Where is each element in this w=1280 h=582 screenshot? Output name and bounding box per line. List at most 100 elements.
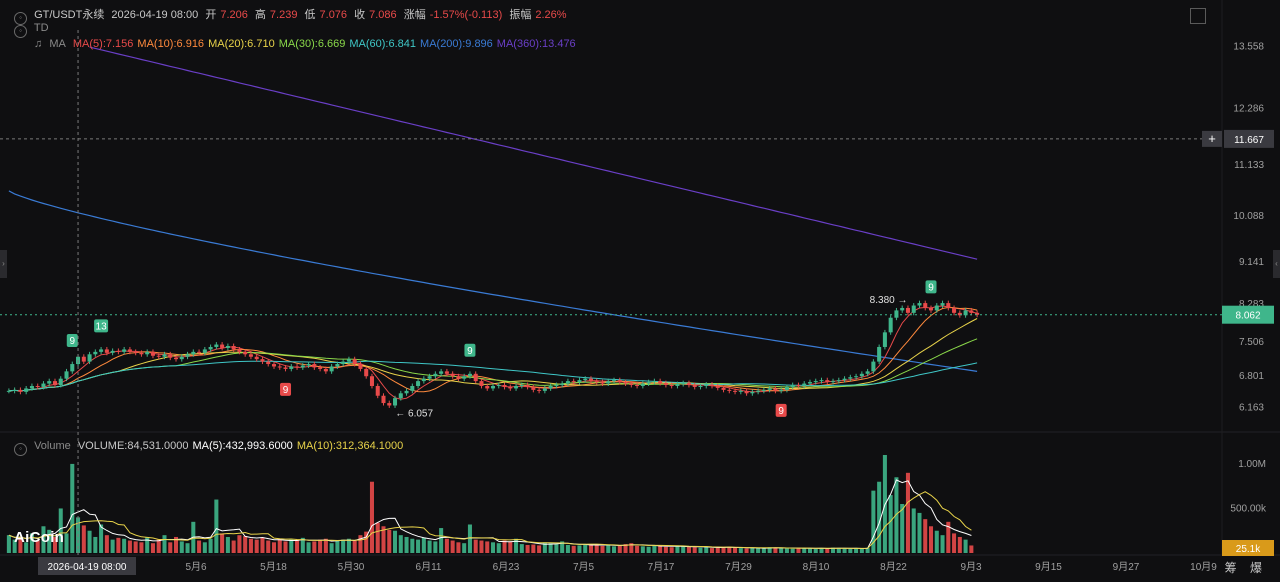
candle-body	[681, 383, 686, 385]
volume-bar	[70, 463, 75, 553]
candle-body	[139, 352, 144, 355]
candle-body	[87, 354, 92, 362]
volume-bar	[283, 541, 288, 553]
volume-bar	[923, 519, 928, 553]
volume-legend-item-0: VOLUME:84,531.0000	[77, 440, 189, 452]
candle-body	[248, 354, 253, 357]
volume-bar	[600, 545, 605, 553]
volume-bar	[64, 533, 69, 553]
volume-bar	[87, 530, 92, 553]
volume-bar	[750, 547, 755, 553]
candle-body	[519, 385, 524, 387]
candle-body	[565, 381, 570, 384]
price-tick-label: 6.163	[1239, 402, 1264, 413]
candle-body	[756, 390, 761, 392]
volume-bar	[813, 548, 818, 553]
bell-icon[interactable]: ♫	[34, 38, 42, 50]
volume-bar	[773, 547, 778, 553]
time-tick-label: 7月29	[725, 561, 752, 573]
ma-legend-item-1: MA(10):6.916	[137, 38, 205, 50]
high-annotation: 8.380 →	[870, 295, 908, 306]
candle-body	[600, 382, 605, 384]
candle-body	[266, 361, 271, 365]
volume-bar	[952, 533, 957, 553]
ma-legend-item-6: MA(360):13.476	[496, 38, 576, 50]
left-collapse-handle[interactable]: ›	[0, 250, 7, 278]
volume-bar	[790, 548, 795, 553]
volume-bar	[122, 538, 127, 553]
volume-bar	[715, 547, 720, 553]
volume-bar	[842, 548, 847, 553]
volume-bar	[784, 548, 789, 553]
volume-bar	[150, 543, 155, 553]
price-tick-label: 10.088	[1233, 211, 1264, 222]
volume-bar	[733, 547, 738, 553]
candle-body	[41, 383, 46, 387]
candle-body	[260, 359, 265, 362]
chip-button[interactable]: 筹	[1225, 561, 1237, 575]
candle-body	[208, 346, 213, 350]
candle-body	[12, 389, 17, 391]
right-collapse-handle[interactable]: ‹	[1273, 250, 1280, 278]
volume-bar	[635, 545, 640, 553]
ma-indicator-row: ♫ MA MA(5):7.156 MA(10):6.916 MA(20):6.710…	[34, 38, 584, 50]
candle-body	[416, 381, 421, 386]
candle-body	[485, 385, 490, 389]
volume-bar	[594, 544, 599, 553]
ma-legend-item-5: MA(200):9.896	[420, 38, 493, 50]
volume-bar	[756, 548, 761, 553]
candle-body	[905, 307, 910, 313]
candle-body	[271, 364, 277, 367]
candle-body	[865, 371, 870, 374]
volume-bar	[271, 542, 277, 553]
candle-body	[243, 351, 248, 355]
candle-body	[312, 364, 317, 368]
volume-bar	[127, 540, 132, 553]
candle-body	[802, 383, 807, 386]
volume-bar	[254, 539, 259, 553]
candle-body	[514, 385, 519, 389]
candle-body	[462, 376, 467, 379]
candle-body	[133, 351, 138, 353]
bar-datetime: 2026-04-19 08:00	[111, 9, 199, 21]
time-tick-label: 10月9	[1190, 561, 1217, 573]
volume-ma10-line	[8, 491, 972, 549]
volume-bar	[6, 535, 11, 553]
candle-body	[871, 361, 876, 372]
time-tick-label: 6月23	[493, 561, 520, 573]
collapse-icon[interactable]: ◦	[14, 443, 27, 456]
volume-bar	[358, 535, 363, 553]
candle-body	[456, 376, 461, 379]
volume-bar	[571, 545, 576, 553]
candle-body	[467, 373, 472, 377]
volume-bar	[583, 544, 588, 553]
candle-body	[784, 386, 789, 390]
time-tick-label: 6月11	[416, 561, 442, 573]
ma-label: MA	[49, 38, 66, 50]
candle-body	[917, 303, 922, 306]
collapse-icon[interactable]: ◦	[14, 25, 27, 38]
candle-body	[623, 382, 628, 384]
candle-body	[888, 317, 893, 333]
fullscreen-icon[interactable]	[1190, 8, 1206, 24]
volume-bar	[220, 533, 225, 553]
volume-bar	[110, 539, 115, 553]
candle-body	[220, 344, 225, 348]
candle-body	[6, 390, 11, 392]
candle-body	[369, 376, 374, 386]
candle-body	[24, 388, 29, 392]
candle-body	[145, 351, 150, 355]
liquidation-button[interactable]: 爆	[1250, 561, 1262, 575]
volume-bar	[928, 526, 934, 553]
volume-bar	[905, 472, 910, 553]
volume-bar	[341, 539, 346, 553]
volume-bar	[335, 540, 340, 553]
chart-canvas[interactable]: 13.55812.28611.13310.0889.1418.2837.5066…	[0, 0, 1280, 582]
candle-body	[940, 303, 945, 306]
volume-bar	[802, 548, 807, 553]
candle-body	[162, 354, 167, 357]
volume-indicator-row: ◦ Volume VOLUME:84,531.0000 MA(5):432,993…	[14, 440, 411, 456]
volume-bar	[323, 538, 328, 553]
candle-body	[606, 381, 611, 384]
candle-body	[646, 382, 651, 384]
